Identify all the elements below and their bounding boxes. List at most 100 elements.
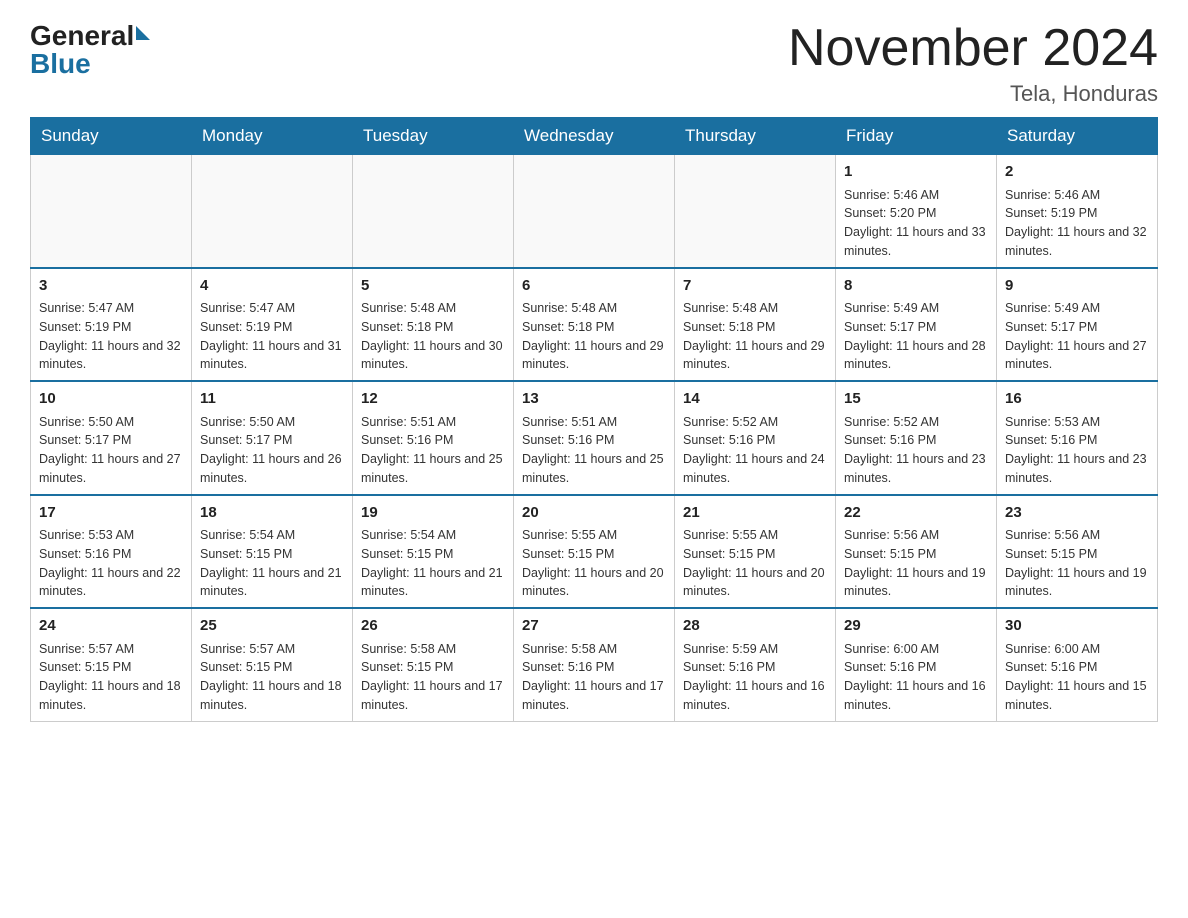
calendar-cell: 28Sunrise: 5:59 AMSunset: 5:16 PMDayligh… [675, 608, 836, 721]
daylight-text: Daylight: 11 hours and 17 minutes. [361, 679, 503, 712]
day-number: 9 [1005, 275, 1149, 298]
sunset-text: Sunset: 5:16 PM [361, 433, 453, 447]
calendar-cell: 26Sunrise: 5:58 AMSunset: 5:15 PMDayligh… [353, 608, 514, 721]
day-number: 27 [522, 615, 666, 638]
day-number: 11 [200, 388, 344, 411]
calendar-cell: 24Sunrise: 5:57 AMSunset: 5:15 PMDayligh… [31, 608, 192, 721]
sunset-text: Sunset: 5:17 PM [200, 433, 292, 447]
calendar-cell: 9 Sunrise: 5:49 AM Sunset: 5:17 PM Daylight… [997, 268, 1158, 382]
calendar-cell [514, 155, 675, 268]
daylight-text: Daylight: 11 hours and 29 minutes. [522, 339, 664, 372]
daylight-text: Daylight: 11 hours and 21 minutes. [361, 566, 503, 599]
daylight-text: Daylight: 11 hours and 31 minutes. [200, 339, 342, 372]
calendar-cell: 18Sunrise: 5:54 AMSunset: 5:15 PMDayligh… [192, 495, 353, 609]
calendar-cell: 3Sunrise: 5:47 AMSunset: 5:19 PMDaylight… [31, 268, 192, 382]
day-number: 15 [844, 388, 988, 411]
daylight-text: Daylight: 11 hours and 32 minutes. [1005, 225, 1147, 258]
calendar-cell: 11 Sunrise: 5:50 AM Sunset: 5:17 PM Dayligh… [192, 381, 353, 495]
day-number: 29 [844, 615, 988, 638]
daylight-text: Daylight: 11 hours and 30 minutes. [361, 339, 503, 372]
sunrise-text: Sunrise: 5:49 AM [1005, 301, 1100, 315]
sunset-text: Sunset: 5:20 PM [844, 206, 936, 220]
day-number: 1 [844, 161, 988, 184]
calendar-cell: 13 Sunrise: 5:51 AM Sunset: 5:16 PM Dayligh… [514, 381, 675, 495]
weekday-header: Sunday [31, 118, 192, 155]
day-number: 30 [1005, 615, 1149, 638]
sunset-text: Sunset: 5:15 PM [200, 660, 292, 674]
logo: General Blue [30, 20, 150, 80]
calendar-cell: 5Sunrise: 5:48 AMSunset: 5:18 PMDaylight… [353, 268, 514, 382]
weekday-header: Tuesday [353, 118, 514, 155]
sunrise-text: Sunrise: 5:48 AM [361, 301, 456, 315]
sunset-text: Sunset: 5:15 PM [683, 547, 775, 561]
daylight-text: Daylight: 11 hours and 16 minutes. [683, 679, 825, 712]
day-number: 4 [200, 275, 344, 298]
sunrise-text: Sunrise: 5:53 AM [1005, 415, 1100, 429]
calendar-week-row: 17Sunrise: 5:53 AMSunset: 5:16 PMDayligh… [31, 495, 1158, 609]
sunset-text: Sunset: 5:18 PM [522, 320, 614, 334]
day-number: 2 [1005, 161, 1149, 184]
weekday-header: Saturday [997, 118, 1158, 155]
page-header: General Blue November 2024 Tela, Hondura… [30, 20, 1158, 107]
calendar-cell: 7Sunrise: 5:48 AMSunset: 5:18 PMDaylight… [675, 268, 836, 382]
sunrise-text: Sunrise: 5:50 AM [200, 415, 295, 429]
calendar-cell [675, 155, 836, 268]
sunset-text: Sunset: 5:16 PM [522, 433, 614, 447]
calendar-cell: 15Sunrise: 5:52 AMSunset: 5:16 PMDayligh… [836, 381, 997, 495]
daylight-text: Daylight: 11 hours and 20 minutes. [683, 566, 825, 599]
sunrise-text: Sunrise: 5:55 AM [683, 528, 778, 542]
daylight-text: Daylight: 11 hours and 27 minutes. [1005, 339, 1147, 372]
calendar-table: SundayMondayTuesdayWednesdayThursdayFrid… [30, 117, 1158, 722]
sunrise-text: Sunrise: 5:51 AM [522, 415, 617, 429]
day-number: 13 [522, 388, 666, 411]
calendar-cell: 21Sunrise: 5:55 AMSunset: 5:15 PMDayligh… [675, 495, 836, 609]
calendar-week-row: 10 Sunrise: 5:50 AM Sunset: 5:17 PM Dayligh… [31, 381, 1158, 495]
sunrise-text: Sunrise: 5:58 AM [522, 642, 617, 656]
calendar-cell: 10Sunrise: 5:50 AMSunset: 5:17 PMDayligh… [31, 381, 192, 495]
day-number: 17 [39, 502, 183, 525]
sunrise-text: Sunrise: 5:47 AM [39, 301, 134, 315]
sunrise-text: Sunrise: 5:51 AM [361, 415, 456, 429]
daylight-text: Daylight: 11 hours and 25 minutes. [522, 452, 664, 485]
daylight-text: Daylight: 11 hours and 19 minutes. [1005, 566, 1147, 599]
sunset-text: Sunset: 5:15 PM [522, 547, 614, 561]
calendar-cell: 27Sunrise: 5:58 AMSunset: 5:16 PMDayligh… [514, 608, 675, 721]
sunset-text: Sunset: 5:17 PM [844, 320, 936, 334]
day-number: 19 [361, 502, 505, 525]
sunset-text: Sunset: 5:15 PM [844, 547, 936, 561]
sunset-text: Sunset: 5:16 PM [1005, 660, 1097, 674]
daylight-text: Daylight: 11 hours and 26 minutes. [200, 452, 342, 485]
calendar-cell: 19Sunrise: 5:54 AMSunset: 5:15 PMDayligh… [353, 495, 514, 609]
daylight-text: Daylight: 11 hours and 17 minutes. [522, 679, 664, 712]
calendar-cell: 30 Sunrise: 6:00 AM Sunset: 5:16 PM Dayligh… [997, 608, 1158, 721]
day-number: 12 [361, 388, 505, 411]
sunset-text: Sunset: 5:18 PM [683, 320, 775, 334]
sunrise-text: Sunrise: 6:00 AM [1005, 642, 1100, 656]
weekday-header: Thursday [675, 118, 836, 155]
calendar-subtitle: Tela, Honduras [788, 81, 1158, 107]
day-number: 28 [683, 615, 827, 638]
sunset-text: Sunset: 5:16 PM [844, 660, 936, 674]
daylight-text: Daylight: 11 hours and 15 minutes. [1005, 679, 1147, 712]
sunset-text: Sunset: 5:17 PM [1005, 320, 1097, 334]
daylight-text: Daylight: 11 hours and 22 minutes. [39, 566, 181, 599]
sunrise-text: Sunrise: 5:49 AM [844, 301, 939, 315]
day-number: 3 [39, 275, 183, 298]
daylight-text: Daylight: 11 hours and 18 minutes. [200, 679, 342, 712]
calendar-cell [31, 155, 192, 268]
day-number: 16 [1005, 388, 1149, 411]
title-area: November 2024 Tela, Honduras [788, 20, 1158, 107]
daylight-text: Daylight: 11 hours and 32 minutes. [39, 339, 181, 372]
sunset-text: Sunset: 5:15 PM [361, 660, 453, 674]
day-number: 8 [844, 275, 988, 298]
day-number: 20 [522, 502, 666, 525]
calendar-cell: 22Sunrise: 5:56 AMSunset: 5:15 PMDayligh… [836, 495, 997, 609]
daylight-text: Daylight: 11 hours and 23 minutes. [1005, 452, 1147, 485]
sunrise-text: Sunrise: 5:46 AM [844, 188, 939, 202]
sunset-text: Sunset: 5:16 PM [683, 433, 775, 447]
sunset-text: Sunset: 5:19 PM [200, 320, 292, 334]
sunrise-text: Sunrise: 5:47 AM [200, 301, 295, 315]
day-number: 10 [39, 388, 183, 411]
calendar-cell: 1Sunrise: 5:46 AMSunset: 5:20 PMDaylight… [836, 155, 997, 268]
daylight-text: Daylight: 11 hours and 28 minutes. [844, 339, 986, 372]
